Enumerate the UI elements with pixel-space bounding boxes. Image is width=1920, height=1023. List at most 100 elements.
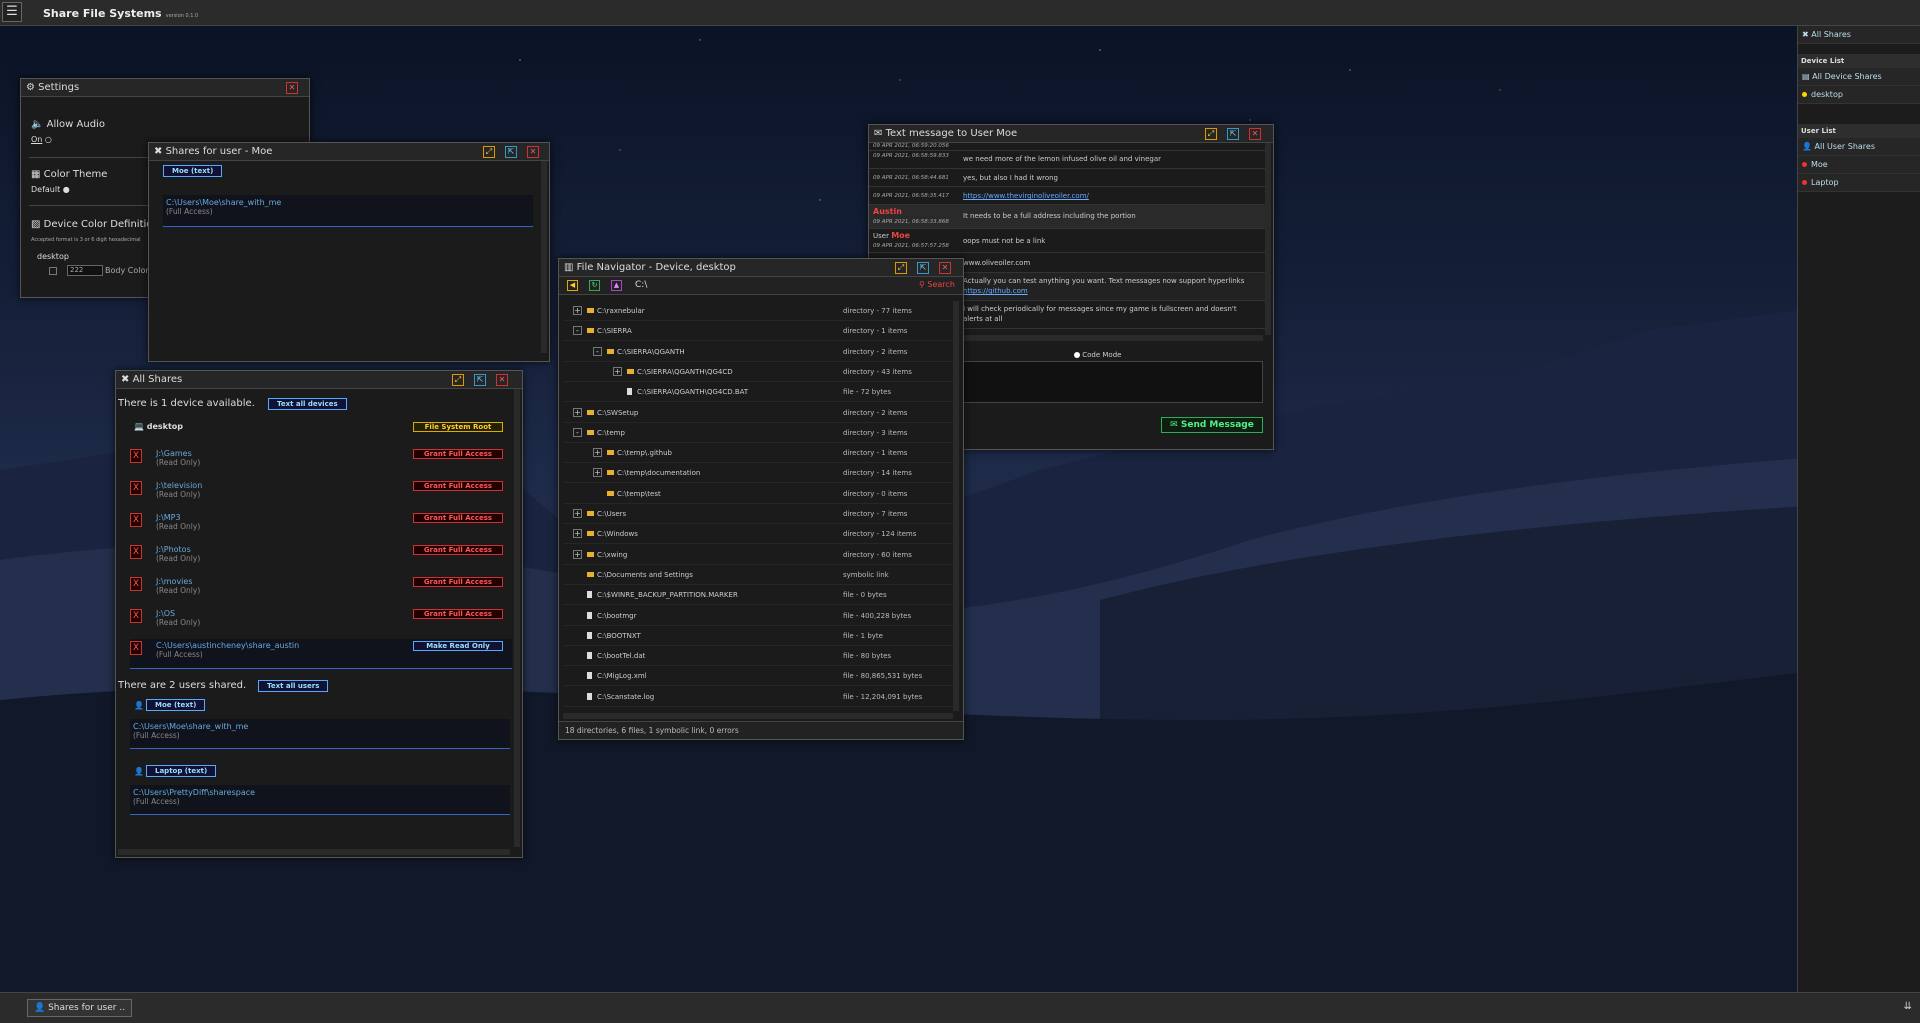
delete-share-button[interactable]: X bbox=[130, 449, 142, 463]
share-path[interactable]: J:\Photos bbox=[156, 545, 200, 554]
user-share-box[interactable]: C:\Users\Moe\share_with_me (Full Access) bbox=[130, 719, 510, 749]
body-color-input[interactable]: 222 bbox=[67, 265, 103, 276]
make-read-only-button[interactable]: Make Read Only bbox=[413, 641, 503, 651]
back-icon[interactable]: ◀ bbox=[567, 280, 578, 291]
maximize-button[interactable]: ⇱ bbox=[1227, 128, 1239, 140]
expand-icon[interactable]: + bbox=[573, 407, 582, 417]
maximize-button[interactable]: ⇱ bbox=[505, 146, 517, 158]
horizontal-scrollbar[interactable] bbox=[563, 713, 953, 719]
share-path[interactable]: J:\television bbox=[156, 481, 202, 490]
message-link[interactable]: https://github.com bbox=[963, 287, 1028, 295]
minimize-button[interactable]: ⤢ bbox=[452, 374, 464, 386]
scrollbar[interactable] bbox=[1265, 143, 1271, 335]
expand-icon[interactable]: + bbox=[593, 468, 602, 478]
all-shares-titlebar[interactable]: ✖ All Shares ⤢ ⇱ ✕ bbox=[116, 371, 522, 389]
close-button[interactable]: ✕ bbox=[286, 82, 298, 94]
horizontal-scrollbar[interactable] bbox=[118, 849, 510, 855]
collapse-icon[interactable]: - bbox=[573, 427, 582, 437]
user-moe-text-button[interactable]: Moe (text) bbox=[146, 699, 206, 711]
grant-full-access-button[interactable]: Grant Full Access bbox=[413, 609, 503, 619]
search-button[interactable]: ⚲ Search bbox=[919, 280, 955, 289]
delete-share-button[interactable]: X bbox=[130, 481, 142, 495]
file-row[interactable]: C:\temp\test directory - 0 items bbox=[563, 484, 958, 504]
maximize-button[interactable]: ⇱ bbox=[917, 262, 929, 274]
grant-full-access-button[interactable]: Grant Full Access bbox=[413, 577, 503, 587]
collapse-icon[interactable]: ⇊ bbox=[1904, 1001, 1912, 1012]
file-row[interactable]: + C:\SWSetup directory - 2 items bbox=[563, 403, 958, 423]
file-row[interactable]: C:\bootTel.dat file - 80 bytes bbox=[563, 646, 958, 667]
close-button[interactable]: ✕ bbox=[1249, 128, 1261, 140]
horizontal-scrollbar[interactable] bbox=[963, 335, 1263, 341]
share-path[interactable]: J:\MP3 bbox=[156, 513, 200, 522]
code-mode-checkbox[interactable]: Code Mode bbox=[1074, 351, 1121, 359]
collapse-icon[interactable]: - bbox=[593, 346, 602, 356]
file-row[interactable]: C:\Scanstate.log file - 12,204,091 bytes bbox=[563, 687, 958, 707]
grant-full-access-button[interactable]: Grant Full Access bbox=[413, 513, 503, 523]
file-row[interactable]: C:\MigLog.xml file - 80,865,531 bytes bbox=[563, 666, 958, 687]
address-input[interactable]: C:\ bbox=[635, 280, 647, 290]
grant-full-access-button[interactable]: Grant Full Access bbox=[413, 545, 503, 555]
file-row[interactable]: C:\$WINRE_BACKUP_PARTITION.MARKER file - … bbox=[563, 585, 958, 606]
expand-icon[interactable]: + bbox=[573, 549, 582, 559]
delete-share-button[interactable]: X bbox=[130, 513, 142, 527]
sidebar-item-all-user-shares[interactable]: 👤 All User Shares bbox=[1798, 138, 1920, 156]
theme-default-radio[interactable]: Default ● bbox=[31, 185, 70, 194]
sidebar-item-moe[interactable]: Moe bbox=[1798, 156, 1920, 174]
scrollbar[interactable] bbox=[541, 161, 547, 353]
file-row[interactable]: + C:\Windows directory - 124 items bbox=[563, 524, 958, 545]
file-row[interactable]: - C:\temp directory - 3 items bbox=[563, 423, 958, 443]
user-share-box[interactable]: C:\Users\PrettyDiff\sharespace (Full Acc… bbox=[130, 785, 510, 815]
file-row[interactable]: + C:\raxnebular directory - 77 items bbox=[563, 301, 958, 321]
delete-share-button[interactable]: X bbox=[130, 545, 142, 559]
file-row[interactable]: C:\BOOTNXT file - 1 byte bbox=[563, 626, 958, 646]
scrollbar[interactable] bbox=[953, 301, 959, 711]
share-path-box[interactable]: C:\Users\Moe\share_with_me (Full Access) bbox=[163, 195, 533, 227]
settings-titlebar[interactable]: ⚙ Settings ✕ bbox=[21, 79, 309, 97]
close-button[interactable]: ✕ bbox=[939, 262, 951, 274]
close-button[interactable]: ✕ bbox=[496, 374, 508, 386]
minimize-button[interactable]: ⤢ bbox=[895, 262, 907, 274]
file-row[interactable]: - C:\SIERRA\QGANTH directory - 2 items bbox=[563, 342, 958, 362]
file-row[interactable]: + C:\temp\.github directory - 1 items bbox=[563, 443, 958, 464]
taskbar-item-shares-for-user[interactable]: 👤 Shares for user .. bbox=[27, 999, 133, 1017]
delete-share-button[interactable]: X bbox=[130, 577, 142, 591]
shares-moe-titlebar[interactable]: ✖ Shares for user - Moe ⤢ ⇱ ✕ bbox=[149, 143, 549, 161]
sidebar-item-laptop[interactable]: Laptop bbox=[1798, 174, 1920, 192]
color-checkbox[interactable] bbox=[49, 267, 57, 275]
expand-icon[interactable]: + bbox=[573, 509, 582, 518]
send-message-button[interactable]: ✉ Send Message bbox=[1161, 417, 1263, 433]
expand-icon[interactable]: + bbox=[573, 529, 582, 539]
minimize-button[interactable]: ⤢ bbox=[1205, 128, 1217, 140]
collapse-icon[interactable]: - bbox=[573, 326, 582, 336]
grant-full-access-button[interactable]: Grant Full Access bbox=[413, 481, 503, 491]
message-textarea[interactable] bbox=[963, 361, 1263, 403]
refresh-icon[interactable]: ↻ bbox=[589, 280, 600, 291]
user-moe-text-button[interactable]: Moe (text) bbox=[163, 165, 223, 177]
file-row[interactable]: C:\SIERRA\QGANTH\QG4CD.BAT file - 72 byte… bbox=[563, 382, 958, 403]
file-row[interactable]: C:\Documents and Settings symbolic link bbox=[563, 565, 958, 585]
parent-folder-icon[interactable]: ▲ bbox=[611, 280, 622, 291]
scrollbar[interactable] bbox=[514, 389, 520, 847]
file-row[interactable]: C:\bootmgr file - 400,228 bytes bbox=[563, 606, 958, 626]
maximize-button[interactable]: ⇱ bbox=[474, 374, 486, 386]
file-system-root-button[interactable]: File System Root bbox=[413, 422, 503, 432]
expand-icon[interactable]: + bbox=[593, 448, 602, 458]
sidebar-item-desktop[interactable]: desktop bbox=[1798, 86, 1920, 104]
file-row[interactable]: + C:\Users directory - 7 items bbox=[563, 504, 958, 524]
file-row[interactable]: + C:\SIERRA\QGANTH\QG4CD directory - 43 it… bbox=[563, 362, 958, 382]
file-row[interactable]: + C:\xwing directory - 60 items bbox=[563, 545, 958, 565]
audio-on-radio[interactable]: On ○ bbox=[31, 135, 52, 144]
text-all-devices-button[interactable]: Text all devices bbox=[268, 398, 347, 410]
file-row[interactable]: + C:\temp\documentation directory - 14 ite… bbox=[563, 463, 958, 484]
expand-icon[interactable]: + bbox=[573, 306, 582, 315]
minimize-button[interactable]: ⤢ bbox=[483, 146, 495, 158]
share-path[interactable]: J:\movies bbox=[156, 577, 200, 586]
text-message-titlebar[interactable]: ✉ Text message to User Moe ⤢ ⇱ ✕ bbox=[869, 125, 1273, 143]
delete-share-button[interactable]: X bbox=[130, 641, 142, 655]
file-row[interactable]: - C:\SIERRA directory - 1 items bbox=[563, 321, 958, 342]
share-path[interactable]: J:\OS bbox=[156, 609, 200, 618]
user-laptop-text-button[interactable]: Laptop (text) bbox=[146, 765, 217, 777]
message-link[interactable]: https://www.thevirginoliveoiler.com/ bbox=[963, 192, 1089, 200]
share-path[interactable]: C:\Users\austincheney\share_austin bbox=[156, 641, 299, 650]
share-path[interactable]: J:\Games bbox=[156, 449, 200, 458]
